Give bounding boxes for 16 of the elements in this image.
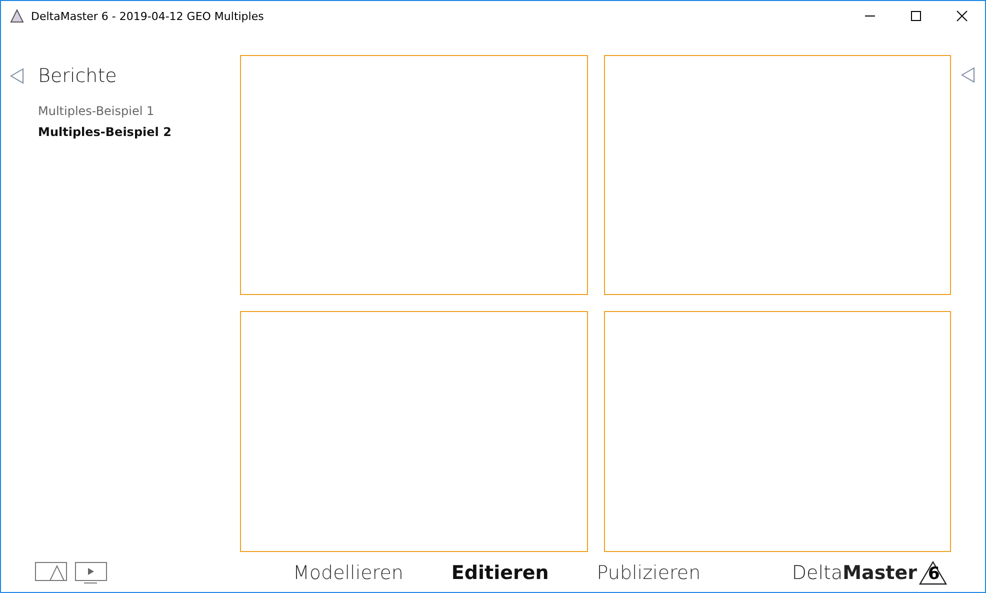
presentation-icon[interactable] bbox=[75, 562, 107, 584]
mode-tab[interactable]: Modellieren bbox=[293, 562, 404, 584]
window-title: DeltaMaster 6 - 2019-04-12 GEO Multiples bbox=[31, 10, 264, 22]
close-icon[interactable] bbox=[956, 10, 968, 22]
collapse-arrow-icon[interactable] bbox=[10, 68, 24, 84]
report-item[interactable]: Multiples-Beispiel 2 bbox=[1, 122, 240, 143]
chart-icon[interactable] bbox=[35, 562, 67, 582]
mode-tab[interactable]: Publizieren bbox=[596, 562, 701, 584]
brand-logo: 6 bbox=[919, 560, 947, 584]
sidebar-title: Berichte bbox=[38, 65, 117, 87]
app-logo-icon bbox=[10, 9, 24, 23]
maximize-icon[interactable] bbox=[910, 10, 922, 22]
brand-name: DeltaMaster bbox=[792, 562, 917, 584]
report-item[interactable]: Multiples-Beispiel 1 bbox=[1, 101, 240, 122]
expand-arrow-icon[interactable] bbox=[961, 67, 975, 83]
mode-tab[interactable]: Editieren bbox=[451, 562, 549, 584]
